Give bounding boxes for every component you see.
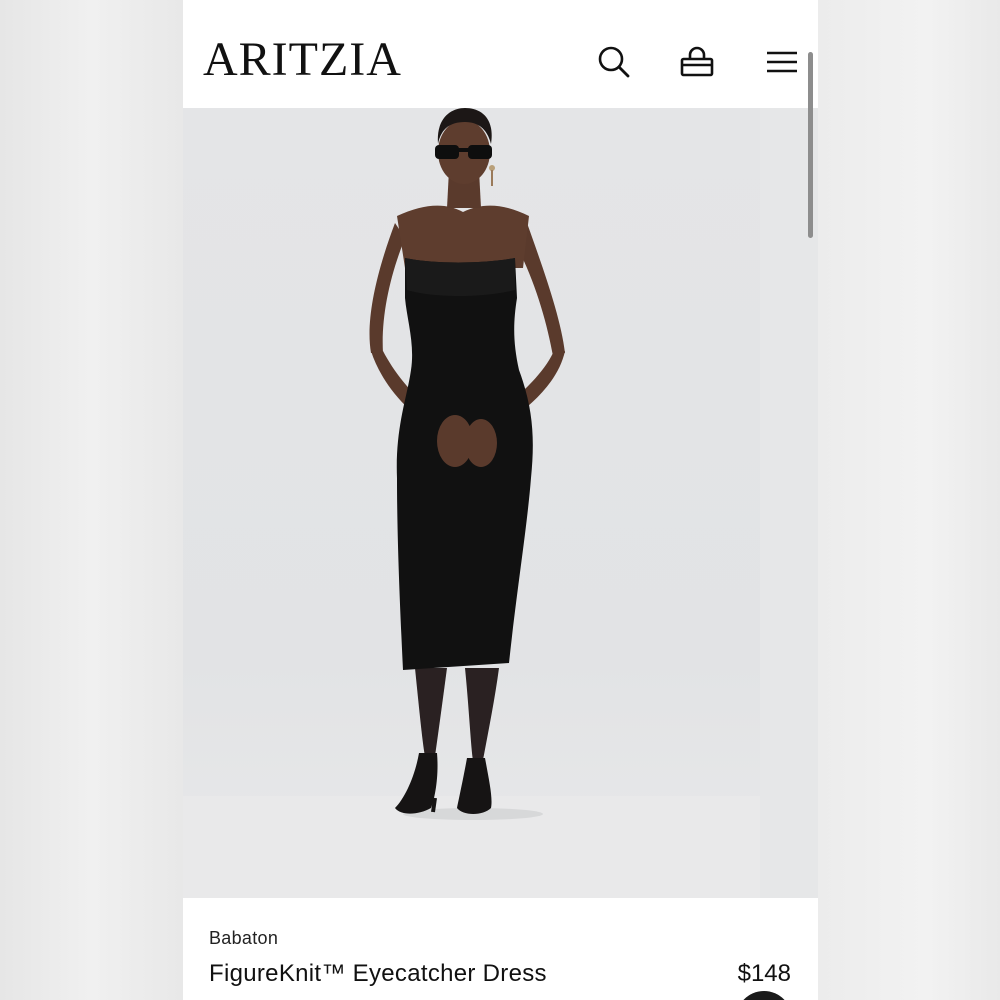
shopping-bag-icon[interactable] (677, 42, 717, 82)
blurred-background-right (818, 0, 1000, 1000)
search-icon[interactable] (594, 42, 634, 82)
site-header: ARITZIA (183, 0, 818, 108)
product-price: $148 (737, 960, 791, 987)
scrollbar[interactable] (808, 52, 813, 238)
mobile-screen: ARITZIA Babaton FigureKnit™ Eyecatcher D… (183, 0, 818, 1000)
floating-action-button[interactable] (736, 991, 792, 1000)
product-info: Babaton FigureKnit™ Eyecatcher Dress $14… (183, 898, 818, 1000)
aritzia-logo[interactable]: ARITZIA (203, 36, 402, 84)
product-brand[interactable]: Babaton (209, 928, 278, 949)
product-name[interactable]: FigureKnit™ Eyecatcher Dress (209, 960, 547, 988)
product-image[interactable] (183, 108, 760, 898)
menu-icon[interactable] (762, 42, 802, 82)
model-figure (369, 108, 565, 820)
blurred-background-left (0, 0, 183, 1000)
